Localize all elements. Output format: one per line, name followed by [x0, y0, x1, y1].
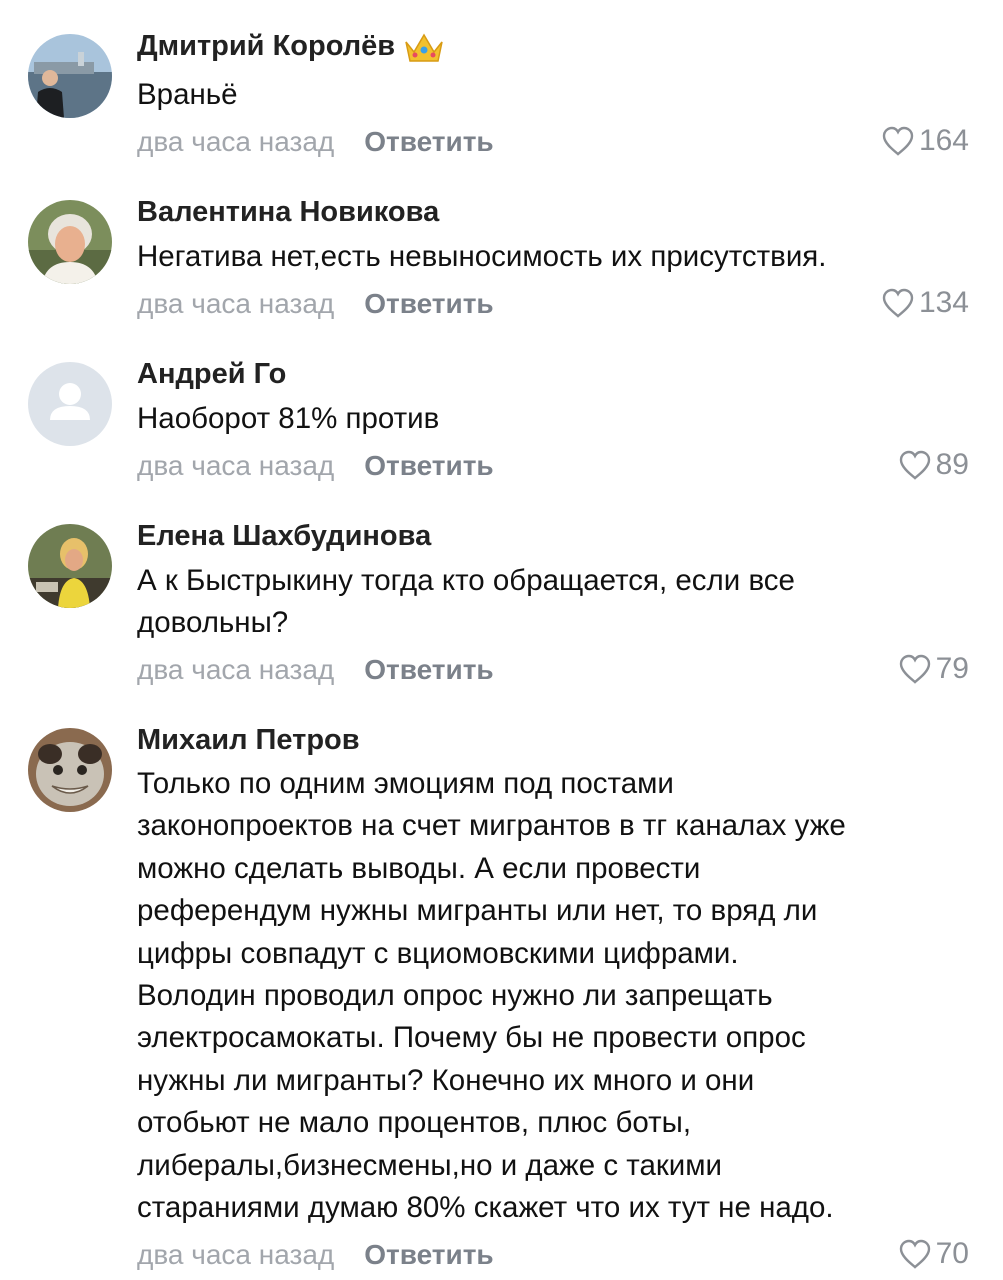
comment-text: А к Быстрыкину тогда кто обращается, есл… [137, 564, 795, 640]
comment-time: два часа назад [137, 288, 335, 319]
heart-icon [899, 1239, 930, 1269]
comment-text: Только по одним эмоциям под постами зако… [137, 767, 846, 1225]
comment-time: два часа назад [137, 450, 335, 481]
like-button[interactable]: 134 [881, 286, 969, 320]
comment-author[interactable]: Андрей Го [137, 356, 286, 392]
like-button[interactable]: 79 [898, 652, 969, 686]
comment-meta: два часа назад Ответить [137, 125, 494, 159]
comment-meta: два часа назад Ответить [137, 449, 494, 483]
avatar[interactable] [28, 34, 112, 118]
avatar[interactable] [28, 200, 112, 284]
comment-author[interactable]: Дмитрий Королёв [137, 28, 445, 64]
comment-meta: два часа назад Ответить [137, 287, 494, 321]
comment-meta: два часа назад Ответить [137, 1238, 494, 1272]
reply-button[interactable]: Ответить [364, 288, 493, 319]
like-count: 89 [935, 448, 969, 481]
like-button[interactable]: 70 [898, 1237, 969, 1271]
comment-meta: два часа назад Ответить [137, 653, 494, 687]
comment-author[interactable]: Михаил Петров [137, 722, 360, 758]
comment-text: Враньё [137, 78, 238, 111]
avatar[interactable] [28, 728, 112, 812]
like-count: 164 [918, 124, 969, 157]
heart-icon [882, 126, 914, 156]
reply-button[interactable]: Ответить [364, 1239, 493, 1270]
reply-button[interactable]: Ответить [364, 126, 493, 157]
comment-time: два часа назад [137, 1239, 335, 1270]
heart-icon [899, 654, 930, 684]
heart-icon [899, 450, 930, 480]
avatar[interactable] [28, 524, 112, 608]
like-button[interactable]: 89 [898, 448, 969, 482]
comment-time: два часа назад [137, 126, 335, 157]
heart-icon [882, 288, 914, 318]
comment-text: Наоборот 81% против [137, 402, 440, 435]
comment-author[interactable]: Валентина Новикова [137, 194, 439, 230]
comment-author[interactable]: Елена Шахбудинова [137, 518, 431, 554]
reply-button[interactable]: Ответить [364, 450, 493, 481]
comment-time: два часа назад [137, 654, 335, 685]
like-count: 70 [935, 1237, 969, 1270]
like-button[interactable]: 164 [881, 124, 969, 158]
reply-button[interactable]: Ответить [364, 654, 493, 685]
avatar[interactable] [28, 362, 112, 446]
like-count: 79 [935, 652, 969, 685]
comment-text: Негатива нет,есть невыносимость их прису… [137, 240, 827, 273]
crown-icon [403, 30, 445, 64]
like-count: 134 [918, 286, 969, 319]
